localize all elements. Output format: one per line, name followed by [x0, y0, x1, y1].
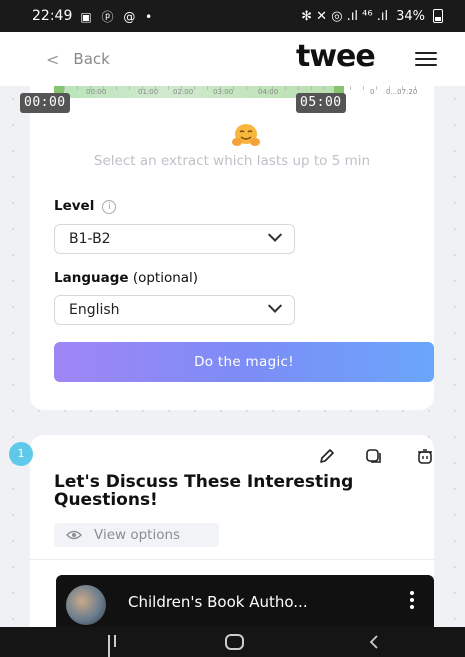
info-icon[interactable]: i	[102, 200, 117, 214]
home-icon[interactable]	[225, 634, 244, 650]
language-label-text: Language	[54, 270, 129, 286]
back-nav-icon[interactable]	[366, 634, 382, 650]
content-area[interactable]: 00:00 01:00 02:00 03:00 04:00 0 0...07:2…	[0, 86, 465, 627]
language-optional: (optional)	[128, 270, 199, 286]
video-title[interactable]: Children's Book Autho...	[128, 593, 308, 611]
battery-icon	[433, 9, 443, 23]
language-label: Language (optional)	[54, 270, 198, 286]
extract-form: Select an extract which lasts up to 5 mi…	[30, 86, 434, 410]
status-time: 22:49	[32, 8, 73, 24]
chevron-down-icon	[267, 298, 283, 313]
view-options-label: View options	[94, 527, 181, 543]
status-right: ✻ ✕ ◎ .ıl ⁴⁶ .ıl 34%	[301, 9, 443, 24]
pencil-icon[interactable]	[318, 447, 336, 465]
level-value: B1-B2	[69, 231, 111, 247]
hamburger-icon[interactable]	[415, 52, 437, 66]
do-the-magic-button[interactable]: Do the magic!	[54, 342, 434, 382]
back-button[interactable]: < Back	[46, 50, 110, 69]
extract-hint: Select an extract which lasts up to 5 mi…	[93, 153, 371, 169]
trash-icon[interactable]	[416, 447, 434, 465]
step-number-badge: 1	[9, 442, 33, 466]
more-options-icon[interactable]	[409, 591, 415, 613]
copy-icon[interactable]	[365, 447, 383, 465]
task-title: Let's Discuss These Interesting Question…	[54, 472, 354, 510]
chevron-down-icon	[267, 227, 283, 242]
status-bar: 22:49 ▣ ⓟ @ • ✻ ✕ ◎ .ıl ⁴⁶ .ıl 34%	[0, 0, 465, 32]
task-card: Let's Discuss These Interesting Question…	[30, 435, 434, 627]
channel-avatar	[66, 585, 106, 625]
language-select[interactable]: English	[54, 295, 295, 325]
back-label: Back	[73, 50, 110, 68]
system-nav-bar	[0, 627, 465, 657]
battery-percent: 34%	[396, 8, 425, 24]
divider	[30, 559, 434, 560]
level-select[interactable]: B1-B2	[54, 224, 295, 254]
chevron-left-icon: <	[46, 49, 60, 69]
connectivity-icons: ✻ ✕ ◎ .ıl ⁴⁶ .ıl	[301, 8, 389, 24]
hugging-face-emoji-icon	[232, 124, 260, 146]
eye-icon	[66, 530, 82, 540]
notification-icons: ▣ ⓟ @ •	[80, 9, 156, 24]
level-label-text: Level	[54, 198, 95, 214]
twee-logo[interactable]: twee	[296, 39, 376, 74]
view-options-button[interactable]: View options	[54, 523, 219, 547]
language-value: English	[69, 302, 120, 318]
video-embed[interactable]: Children's Book Autho...	[56, 575, 434, 627]
app-header: < Back twee	[0, 32, 465, 86]
recent-apps-icon[interactable]	[108, 635, 124, 657]
level-label: Level i	[54, 198, 117, 214]
